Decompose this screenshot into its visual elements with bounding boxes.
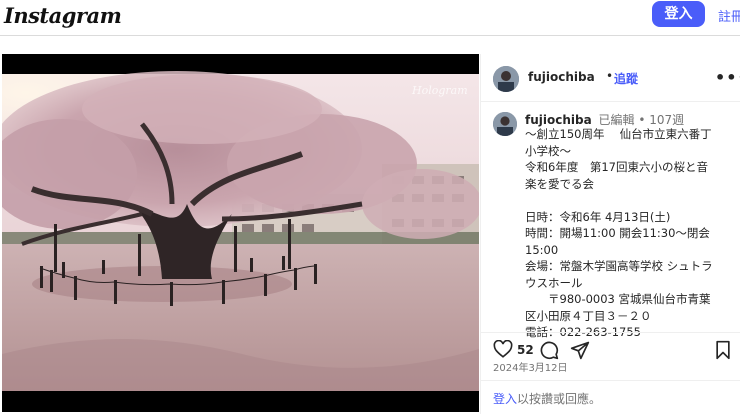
caption-line: 会場：常盤木学園高等学校 シュトラ — [525, 259, 713, 273]
comment-icon[interactable] — [539, 340, 559, 360]
caption-author-avatar[interactable] — [493, 112, 517, 136]
author-username[interactable]: fujiochiba — [528, 70, 595, 84]
post-header: fujiochiba • 追蹤 ••• — [481, 54, 740, 102]
caption-line: 〜創立150周年 仙台市立東六番丁 — [525, 127, 712, 141]
share-icon[interactable] — [570, 340, 590, 360]
cherry-blossom-photo: Hologram — [2, 54, 479, 412]
caption-text: 〜創立150周年 仙台市立東六番丁 小学校〜 令和6年度 第17回東六小の桜と音… — [525, 126, 721, 341]
edited-label: 已編輯 — [598, 113, 635, 127]
svg-text:Hologram: Hologram — [411, 84, 468, 97]
more-horizontal-icon[interactable]: ••• — [715, 68, 740, 87]
caption-line: 区小田原４丁目３－２０ — [525, 308, 652, 323]
caption-line: 時間：開場11:00 開会11:30〜閉会 — [525, 226, 710, 240]
caption-line: 15:00 — [525, 242, 559, 257]
login-prompt-suffix: 以按讚或回應。 — [517, 392, 602, 406]
post-photo[interactable]: Hologram — [2, 54, 479, 412]
post-actions: 52 — [481, 332, 740, 362]
caption-line — [525, 192, 721, 209]
login-prompt: 登入以按讚或回應。 — [481, 380, 740, 414]
caption-line: 日時：令和6年 4月13日(土) — [525, 209, 671, 224]
caption-line: 〒980-0003 宮城県仙台市青葉 — [525, 292, 711, 306]
caption-time[interactable]: • 107週 — [638, 113, 684, 127]
follow-button[interactable]: 追蹤 — [614, 70, 638, 87]
login-prompt-link[interactable]: 登入 — [493, 392, 517, 406]
post-date[interactable]: 2024年3月12日 — [493, 359, 568, 374]
signup-link[interactable]: 註冊 — [718, 6, 740, 25]
post-sidebar: fujiochiba • 追蹤 ••• fujiochiba 已編輯 • 107… — [480, 54, 740, 414]
instagram-logo[interactable]: Instagram — [4, 3, 122, 28]
separator-dot: • — [606, 69, 614, 83]
bookmark-icon[interactable] — [715, 340, 731, 360]
top-navigation-bar: Instagram 登入 註冊 — [0, 0, 740, 36]
author-avatar[interactable] — [493, 66, 519, 92]
caption-username[interactable]: fujiochiba — [525, 113, 592, 127]
caption-line: 令和6年度 第17回東六小の桜と音 — [525, 160, 708, 174]
caption-line: ウスホール — [525, 275, 583, 290]
login-prompt-text: 登入以按讚或回應。 — [493, 390, 601, 407]
heart-icon[interactable] — [493, 340, 513, 358]
like-count[interactable]: 52 — [517, 343, 534, 357]
caption-line: 小学校〜 — [525, 143, 571, 158]
caption-line: 楽を愛でる会 — [525, 176, 594, 191]
login-button[interactable]: 登入 — [652, 1, 705, 27]
